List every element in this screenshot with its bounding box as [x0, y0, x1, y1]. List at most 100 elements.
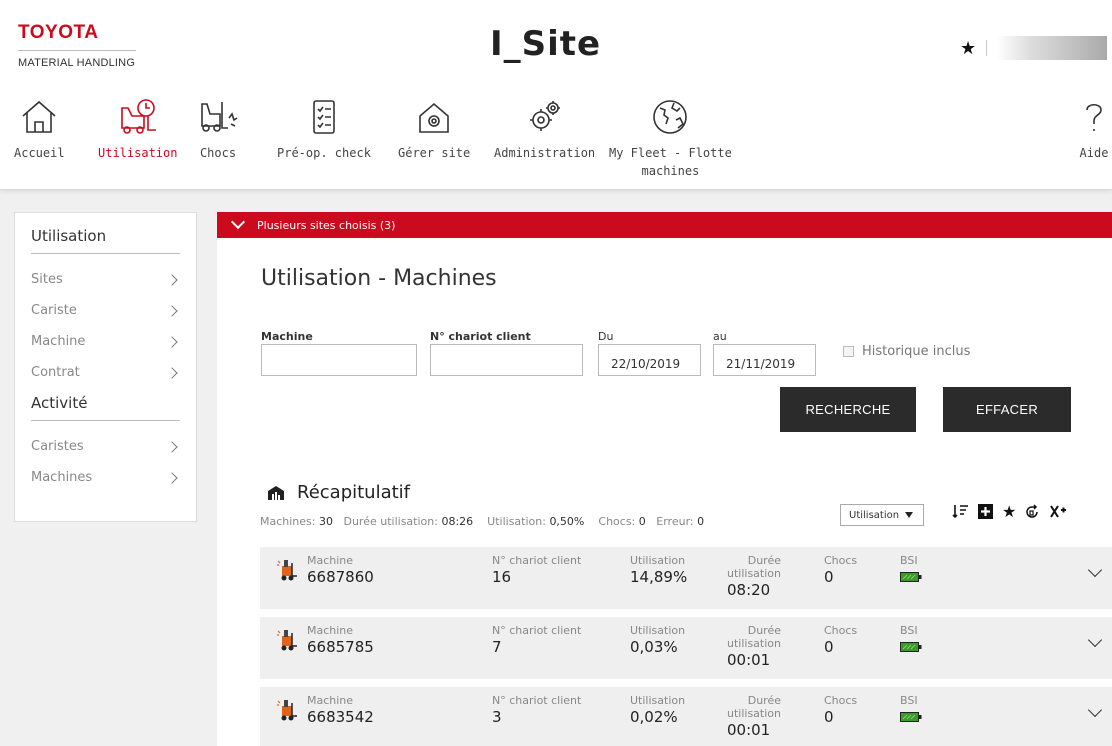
- machine-row[interactable]: Machine 6683542 N° chariot client 3 Util…: [260, 687, 1112, 746]
- sort-icon[interactable]: [952, 503, 969, 520]
- col-utilisation: Utilisation 0,02%: [630, 694, 685, 727]
- forklift-impact-icon: [201, 102, 238, 132]
- sidebar-item-machines[interactable]: Machines: [31, 462, 180, 493]
- brand-name: TOYOTA: [18, 22, 99, 43]
- site-selector-banner[interactable]: Plusieurs sites choisis (3): [217, 212, 1112, 238]
- nav-label: Utilisation: [98, 146, 178, 160]
- chevron-down-icon[interactable]: [1087, 562, 1103, 578]
- col-label: BSI: [900, 694, 918, 707]
- recap-toolbar: ★: [952, 502, 1067, 521]
- favorites-star-icon[interactable]: ★: [960, 38, 976, 59]
- nav-accueil[interactable]: Accueil: [14, 98, 65, 162]
- nav-my-fleet[interactable]: My Fleet - Flotte machines: [609, 98, 732, 180]
- au-label: au: [713, 330, 727, 343]
- banner-text: Plusieurs sites choisis (3): [257, 218, 396, 232]
- col-bsi: BSI: [900, 624, 922, 656]
- historique-checkbox-wrap[interactable]: Historique inclus: [843, 344, 970, 359]
- machine-number: 6683542: [307, 708, 374, 726]
- user-name-blurred[interactable]: [997, 36, 1108, 60]
- add-box-icon[interactable]: [977, 503, 994, 520]
- chariot-input[interactable]: [430, 344, 583, 376]
- machine-label: Machine: [261, 330, 313, 343]
- recap-stats: Machines: 30 Durée utilisation: 08:26 Ut…: [260, 515, 704, 528]
- nav-administration[interactable]: Administration: [494, 98, 595, 162]
- col-label: Chocs: [824, 624, 858, 637]
- clear-button[interactable]: EFFACER: [943, 387, 1071, 432]
- chevron-down-icon: [230, 214, 246, 230]
- chariot-number: 7: [492, 638, 502, 656]
- sidebar-item-caristes[interactable]: Caristes: [31, 431, 180, 462]
- refresh-icon[interactable]: [1024, 503, 1041, 520]
- star-icon[interactable]: ★: [1002, 502, 1016, 521]
- col-utilisation: Utilisation 0,03%: [630, 624, 685, 657]
- sidebar-item-label: Caristes: [31, 439, 84, 454]
- col-bsi: BSI: [900, 554, 922, 586]
- search-button[interactable]: RECHERCHE: [780, 387, 916, 432]
- sidebar-section-utilisation: Utilisation: [31, 227, 180, 254]
- nav-gerer-site[interactable]: Gérer site: [398, 98, 470, 162]
- machine-number: 6687860: [307, 568, 374, 586]
- forklift-icon: [277, 700, 297, 721]
- stat-label: Durée utilisation:: [343, 515, 438, 528]
- main-nav: Accueil Utilisation Chocs Pré-op. check …: [0, 98, 1112, 188]
- col-label: Utilisation: [630, 624, 686, 637]
- chariot-number: 16: [492, 568, 512, 586]
- chocs-value: 0: [824, 708, 834, 726]
- nav-label-line2: machines: [641, 164, 700, 178]
- machine-row[interactable]: Machine 6685785 N° chariot client 7 Util…: [260, 617, 1112, 679]
- nav-chocs[interactable]: Chocs: [198, 98, 238, 162]
- sidebar-item-machine[interactable]: Machine: [31, 326, 180, 357]
- nav-label: Accueil: [14, 146, 65, 160]
- home-icon: [22, 100, 56, 133]
- chocs-value: 0: [824, 568, 834, 586]
- col-label-2: utilisation: [727, 637, 781, 650]
- nav-aide[interactable]: Aide: [1074, 98, 1112, 162]
- machine-row[interactable]: Machine 6687860 N° chariot client 16 Uti…: [260, 547, 1112, 609]
- nav-pre-op-check[interactable]: Pré-op. check: [277, 98, 371, 162]
- chevron-down-icon[interactable]: [1087, 702, 1103, 718]
- date-to-input[interactable]: 21/11/2019: [713, 344, 816, 376]
- toyota-logo[interactable]: TOYOTA MATERIAL HANDLING: [18, 22, 136, 69]
- historique-checkbox[interactable]: [843, 346, 854, 357]
- nav-label: My Fleet - Flotte: [609, 146, 732, 160]
- chevron-down-icon[interactable]: [1087, 632, 1103, 648]
- battery-full-icon: [900, 572, 922, 582]
- stat-erreur: 0: [697, 515, 705, 528]
- col-label: Machine: [307, 694, 354, 707]
- col-label: N° chariot client: [492, 624, 582, 637]
- col-label: Chocs: [824, 554, 858, 567]
- nav-utilisation[interactable]: Utilisation: [98, 98, 177, 162]
- chevron-right-icon: [166, 273, 178, 286]
- chevron-right-icon: [166, 471, 178, 484]
- sidebar-item-contrat[interactable]: Contrat: [31, 357, 180, 388]
- col-chariot: N° chariot client 3: [492, 694, 581, 727]
- col-label: BSI: [900, 554, 918, 567]
- col-bsi: BSI: [900, 694, 922, 726]
- nav-label: Aide: [1079, 146, 1109, 160]
- col-label: Durée: [747, 554, 781, 567]
- sidebar-item-label: Cariste: [31, 303, 77, 318]
- app-header: TOYOTA MATERIAL HANDLING I_Site ★ Accuei…: [0, 0, 1112, 190]
- sidebar-item-cariste[interactable]: Cariste: [31, 295, 180, 326]
- col-label-2: utilisation: [727, 567, 781, 580]
- site-gear-icon: [419, 102, 449, 133]
- checklist-icon: [313, 100, 335, 134]
- stat-machines: 30: [318, 515, 333, 528]
- col-machine: Machine 6683542: [307, 694, 374, 727]
- sidebar-item-sites[interactable]: Sites: [31, 264, 180, 295]
- col-label: Durée: [747, 624, 781, 637]
- brand-subtitle: MATERIAL HANDLING: [18, 57, 136, 69]
- machine-input[interactable]: [261, 344, 417, 376]
- col-label: Machine: [307, 624, 354, 637]
- caret-down-icon: [905, 512, 914, 518]
- sidebar-section-activite: Activité: [31, 394, 180, 421]
- duree-value: 00:01: [727, 721, 771, 739]
- stat-duree: 08:26: [441, 515, 474, 528]
- date-from-input[interactable]: 22/10/2019: [598, 344, 701, 376]
- stat-utilisation: 0,50%: [549, 515, 585, 528]
- sort-dropdown[interactable]: Utilisation: [840, 504, 924, 526]
- nav-label: Administration: [494, 146, 596, 160]
- battery-full-icon: [900, 642, 922, 652]
- col-utilisation: Utilisation 14,89%: [630, 554, 687, 587]
- export-excel-icon[interactable]: [1049, 503, 1067, 520]
